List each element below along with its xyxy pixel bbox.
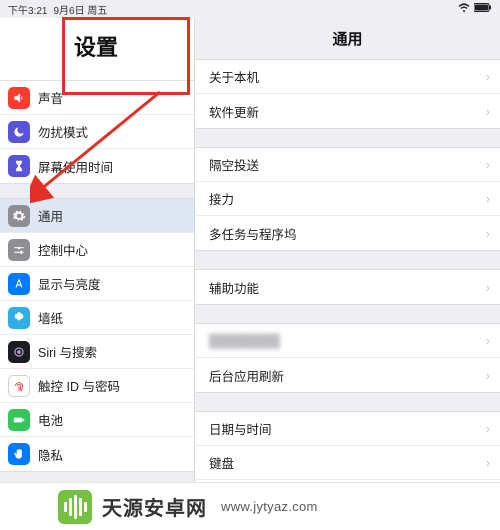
chevron-right-icon: › (486, 455, 490, 470)
sidebar-item-privacy[interactable]: 隐私 (0, 437, 194, 471)
sidebar-item-label: 墙纸 (38, 308, 184, 327)
sidebar-item-general[interactable]: 通用 (0, 199, 194, 233)
sidebar-item-siri[interactable]: Siri 与搜索 (0, 335, 194, 369)
row-label: 键盘 (209, 453, 486, 472)
sidebar-item-display[interactable]: 显示与亮度 (0, 267, 194, 301)
hand-icon (8, 443, 30, 465)
row-label: 软件更新 (209, 102, 486, 121)
sidebar-item-label: 通用 (38, 206, 184, 225)
row-label: 关于本机 (209, 67, 486, 86)
sidebar-item-label: 控制中心 (38, 240, 184, 259)
row-redacted[interactable]: ████████ › (195, 324, 500, 358)
row-airdrop[interactable]: 隔空投送 › (195, 148, 500, 182)
row-label: 辅助功能 (209, 278, 486, 297)
moon-icon (8, 121, 30, 143)
row-datetime[interactable]: 日期与时间 › (195, 412, 500, 446)
chevron-right-icon: › (486, 69, 490, 84)
detail-group: ████████ › 后台应用刷新 › (195, 323, 500, 393)
battery-icon (8, 409, 30, 431)
chevron-right-icon: › (486, 104, 490, 119)
sidebar-item-control[interactable]: 控制中心 (0, 233, 194, 267)
row-label: 后台应用刷新 (209, 366, 486, 385)
row-label: ████████ (209, 334, 486, 348)
sidebar-item-label: 隐私 (38, 445, 184, 464)
chevron-right-icon: › (486, 280, 490, 295)
sidebar-group: 通用 控制中心 显示与亮度 墙纸 Siri 与搜索 (0, 198, 194, 472)
detail-group: 辅助功能 › (195, 269, 500, 305)
sidebar-item-label: 显示与亮度 (38, 274, 184, 293)
sidebar-item-sound[interactable]: 声音 (0, 81, 194, 115)
sliders-icon (8, 239, 30, 261)
split-panes: 设置 声音 勿扰模式 屏幕使用时间 (0, 18, 500, 530)
row-label: 多任务与程序坞 (209, 224, 486, 243)
sidebar: 设置 声音 勿扰模式 屏幕使用时间 (0, 18, 195, 530)
detail-group: 隔空投送 › 接力 › 多任务与程序坞 › (195, 147, 500, 251)
watermark: 天源安卓网 www.jytyaz.com (0, 482, 500, 530)
sidebar-group: 声音 勿扰模式 屏幕使用时间 (0, 80, 194, 184)
watermark-brand: 天源安卓网 (102, 492, 207, 521)
watermark-url: www.jytyaz.com (221, 499, 318, 514)
row-label: 接力 (209, 189, 486, 208)
row-about[interactable]: 关于本机 › (195, 60, 500, 94)
siri-icon (8, 341, 30, 363)
detail-title: 通用 (195, 18, 500, 59)
row-label: 日期与时间 (209, 419, 486, 438)
sidebar-item-screentime[interactable]: 屏幕使用时间 (0, 149, 194, 183)
wifi-icon (458, 3, 470, 16)
sidebar-item-touchid[interactable]: 触控 ID 与密码 (0, 369, 194, 403)
sidebar-item-label: Siri 与搜索 (38, 342, 184, 361)
screen: 下午3:21 9月6日 周五 设置 声音 勿扰模式 (0, 0, 500, 530)
chevron-right-icon: › (486, 226, 490, 241)
chevron-right-icon: › (486, 421, 490, 436)
status-bar: 下午3:21 9月6日 周五 (0, 0, 500, 18)
hourglass-icon (8, 155, 30, 177)
sidebar-item-wallpaper[interactable]: 墙纸 (0, 301, 194, 335)
fingerprint-icon (8, 375, 30, 397)
detail-scroll[interactable]: 关于本机 › 软件更新 › 隔空投送 › 接力 › (195, 59, 500, 530)
sidebar-item-dnd[interactable]: 勿扰模式 (0, 115, 194, 149)
detail-group: 关于本机 › 软件更新 › (195, 59, 500, 129)
sidebar-item-label: 勿扰模式 (38, 122, 184, 141)
flower-icon (8, 307, 30, 329)
gear-icon (8, 205, 30, 227)
battery-icon (474, 3, 492, 15)
watermark-logo-icon (58, 490, 92, 524)
chevron-right-icon: › (486, 333, 490, 348)
text-icon (8, 273, 30, 295)
sidebar-item-battery[interactable]: 电池 (0, 403, 194, 437)
detail-pane: 通用 关于本机 › 软件更新 › 隔空投送 › (195, 18, 500, 530)
row-update[interactable]: 软件更新 › (195, 94, 500, 128)
row-accessibility[interactable]: 辅助功能 › (195, 270, 500, 304)
chevron-right-icon: › (486, 368, 490, 383)
row-bgapprefresh[interactable]: 后台应用刷新 › (195, 358, 500, 392)
row-label: 隔空投送 (209, 155, 486, 174)
sidebar-item-label: 触控 ID 与密码 (38, 376, 184, 395)
chevron-right-icon: › (486, 157, 490, 172)
sidebar-item-label: 电池 (38, 410, 184, 429)
status-time: 下午3:21 (8, 2, 47, 17)
sidebar-item-label: 声音 (38, 88, 184, 107)
speaker-icon (8, 87, 30, 109)
row-handoff[interactable]: 接力 › (195, 182, 500, 216)
sidebar-title: 设置 (0, 18, 194, 80)
status-date: 9月6日 周五 (53, 2, 107, 17)
chevron-right-icon: › (486, 191, 490, 206)
sidebar-item-label: 屏幕使用时间 (38, 157, 184, 176)
row-multitask[interactable]: 多任务与程序坞 › (195, 216, 500, 250)
row-keyboard[interactable]: 键盘 › (195, 446, 500, 480)
